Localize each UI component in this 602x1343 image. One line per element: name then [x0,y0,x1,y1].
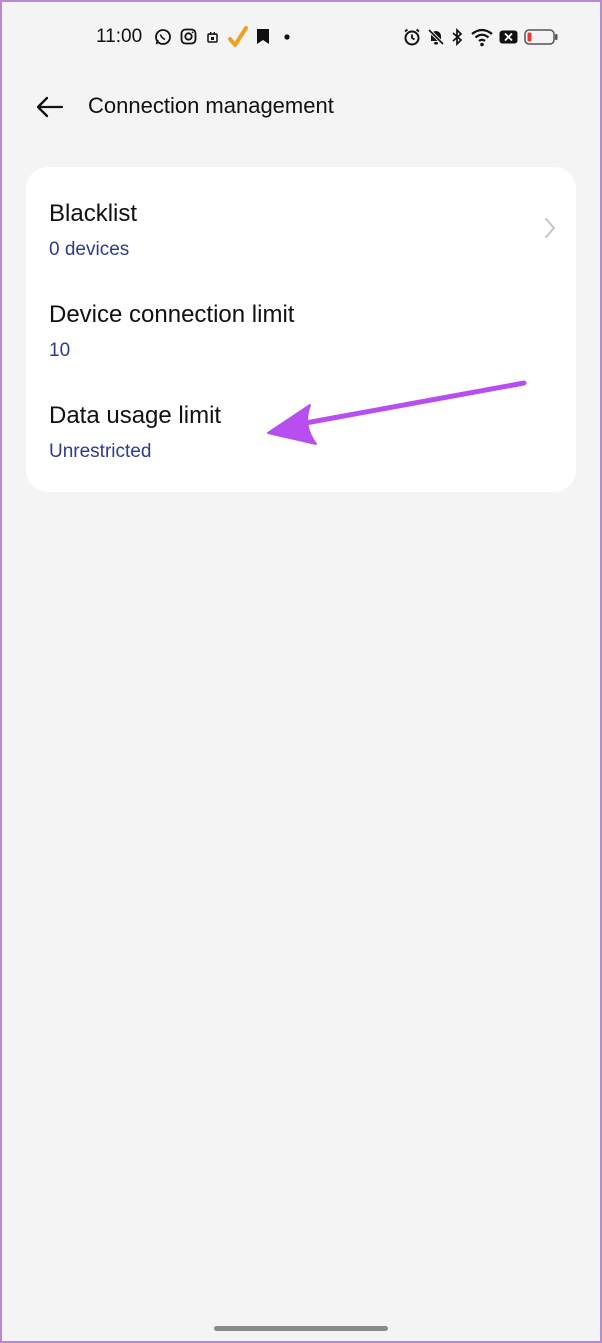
home-indicator[interactable] [214,1326,388,1331]
annotation-arrow [267,380,527,445]
